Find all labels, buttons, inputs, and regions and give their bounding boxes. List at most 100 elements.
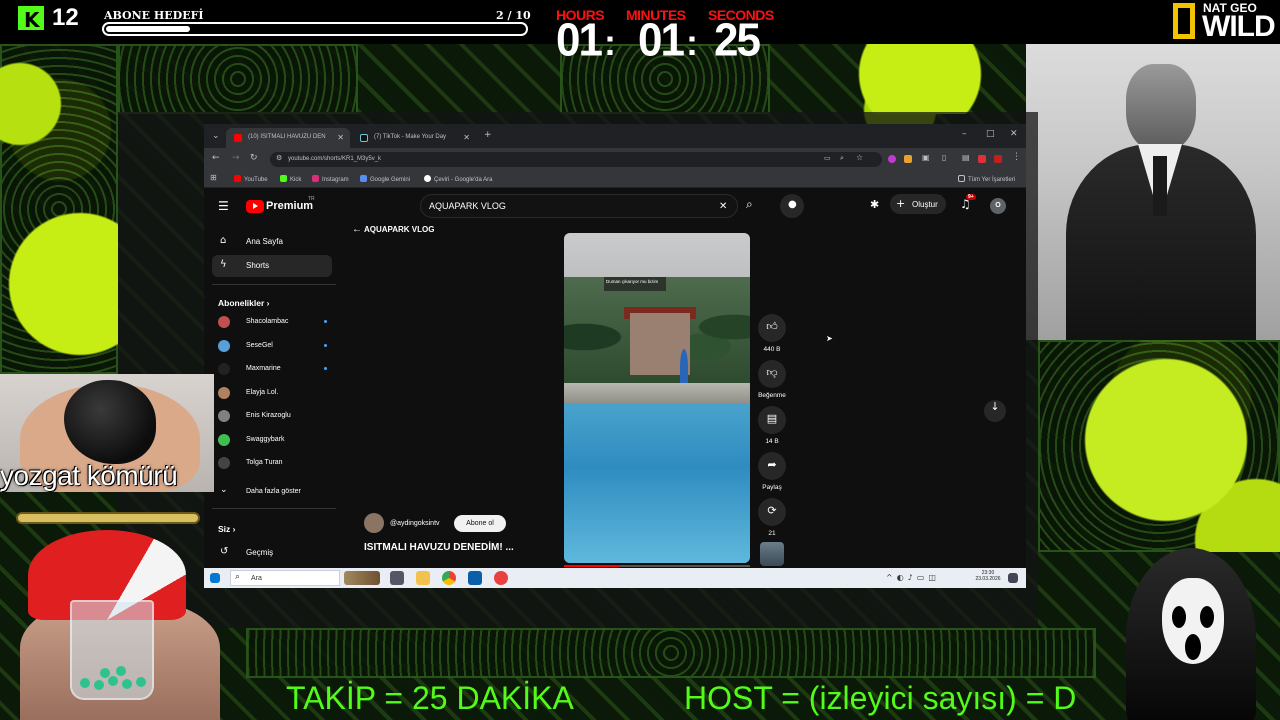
youtube-premium-label[interactable]: Premium xyxy=(266,200,313,212)
chevron-down-icon: ⌄ xyxy=(220,485,228,495)
dislike-label: Beğenme xyxy=(758,392,786,399)
youtube-favicon-icon xyxy=(234,134,242,142)
sidebar-subscription-item[interactable]: Swaggybark xyxy=(212,429,332,451)
youtube-favicon-icon xyxy=(234,175,241,182)
task-view-icon[interactable] xyxy=(390,571,404,585)
bookmark-translate[interactable]: Çeviri - Google'da Ara xyxy=(424,175,493,183)
close-window-button[interactable]: ✕ xyxy=(1010,130,1018,139)
back-icon[interactable]: ← xyxy=(212,154,220,163)
bookmark-star-icon[interactable]: ☆ xyxy=(856,154,863,162)
shorts-icon: ϟ xyxy=(220,259,227,270)
address-bar[interactable]: ⚙ youtube.com/shorts/KR1_M3y5v_k xyxy=(270,152,882,167)
sidebar-subscription-item[interactable]: Shacolambac xyxy=(212,311,332,333)
share-button[interactable]: ➦ xyxy=(758,452,786,480)
sidebar-item-shorts[interactable]: ϟ Shorts xyxy=(212,255,332,277)
new-content-dot xyxy=(324,343,327,347)
like-button[interactable]: 👍︎ xyxy=(758,314,786,342)
short-progress-bar[interactable] xyxy=(564,565,750,567)
new-content-dot xyxy=(324,320,327,323)
taskbar-clock[interactable]: 23:30 23.03.2026 xyxy=(968,570,1008,582)
voice-search-button[interactable]: ● xyxy=(780,194,804,218)
ticker-host-rule: HOST = (izleyici sayısı) = D xyxy=(684,680,1077,716)
comments-button[interactable]: ▤ xyxy=(758,406,786,434)
subscriptions-header[interactable]: Abonelikler › xyxy=(218,298,270,308)
account-avatar[interactable]: O xyxy=(990,198,1006,214)
subscriber-goal-progress-fill xyxy=(106,26,190,32)
hamburger-menu-icon[interactable]: ☰ xyxy=(218,200,229,212)
side-panel-icon[interactable]: ▯ xyxy=(942,154,946,162)
sidebar-subscription-item[interactable]: Maxmarine xyxy=(212,358,332,380)
app-icon[interactable] xyxy=(494,571,508,585)
downloads-icon[interactable]: ▤ xyxy=(962,154,970,162)
close-tab-icon[interactable]: ✕ xyxy=(337,133,344,142)
sound-thumbnail[interactable] xyxy=(760,542,784,566)
new-tab-icon[interactable]: + xyxy=(484,131,492,140)
portrait-image xyxy=(1026,44,1280,340)
bookmark-instagram[interactable]: Instagram xyxy=(312,175,349,183)
subscription-name: Swaggybark xyxy=(246,435,285,443)
youtube-logo-icon[interactable] xyxy=(246,200,264,213)
taskbar-search-placeholder: Ara xyxy=(251,575,262,582)
zoom-icon[interactable]: ⌕ xyxy=(840,155,844,162)
search-input[interactable]: AQUAPARK VLOG xyxy=(429,201,506,211)
clear-search-icon[interactable]: ✕ xyxy=(719,202,727,212)
chrome-icon[interactable] xyxy=(442,571,456,585)
remix-button[interactable]: ⟳ xyxy=(758,498,786,526)
sidebar-subscription-item[interactable]: Elayja Lol. xyxy=(212,382,332,404)
sidebar-subscription-item[interactable]: SeseGel xyxy=(212,335,332,357)
browser-menu-icon[interactable]: ⋮ xyxy=(1012,153,1021,162)
profile-icon[interactable] xyxy=(978,155,986,163)
channel-handle[interactable]: @aydingoksintv xyxy=(390,520,440,527)
browser-tab-youtube[interactable]: (10) ISITMALI HAVUZU DEN ✕ xyxy=(226,128,350,148)
natgeo-logo-wild: WILD xyxy=(1202,10,1276,43)
bookmark-kick[interactable]: Kick xyxy=(280,175,301,183)
ghostface-image xyxy=(1096,548,1280,720)
share-icon: ➦ xyxy=(767,458,777,471)
browser-toolbar: ← → ↻ ⚙ youtube.com/shorts/KR1_M3y5v_k ▭… xyxy=(204,148,1026,170)
site-info-icon[interactable]: ⚙ xyxy=(276,155,282,162)
file-explorer-icon[interactable] xyxy=(416,571,430,585)
next-short-button[interactable]: ↓ xyxy=(984,400,1006,422)
sidebar-subscription-item[interactable]: Enis Kirazoglu xyxy=(212,405,332,427)
close-tab-icon[interactable]: ✕ xyxy=(463,133,470,142)
sidebar-item-label: Geçmiş xyxy=(246,548,274,557)
home-icon: ⌂ xyxy=(220,235,227,246)
search-highlight-image[interactable] xyxy=(344,571,380,585)
system-tray-icons[interactable]: ^◐♪▭◫ xyxy=(886,573,940,582)
shorts-back-link[interactable]: ← AQUAPARK VLOG xyxy=(352,224,434,235)
subscribe-button[interactable]: Abone ol xyxy=(454,515,506,532)
kick-logo: K xyxy=(18,6,44,32)
channel-avatar[interactable] xyxy=(364,513,384,533)
search-icon[interactable]: ⌕ xyxy=(746,198,753,210)
bookmark-youtube[interactable]: YouTube xyxy=(234,175,268,183)
all-bookmarks[interactable]: Tüm Yer İşaretleri xyxy=(958,175,1015,183)
bookmark-gemini[interactable]: Google Gemini xyxy=(360,175,410,183)
create-button[interactable]: + Oluştur xyxy=(890,194,946,214)
channel-avatar xyxy=(218,410,230,422)
subscription-name: SeseGel xyxy=(246,341,273,349)
browser-tab-tiktok[interactable]: (7) TikTok - Make Your Day ✕ xyxy=(352,128,476,148)
ai-sparkle-icon[interactable]: ✱ xyxy=(870,199,879,210)
short-title[interactable]: ISITMALI HAVUZU DENEDİM! ... xyxy=(364,542,514,553)
app-icon[interactable] xyxy=(468,571,482,585)
minimize-window-button[interactable]: – xyxy=(962,130,967,139)
comment-count: 14 B xyxy=(765,438,779,445)
tab-search-icon[interactable]: ⌄ xyxy=(212,132,220,141)
sidebar-subscription-item[interactable]: Tolga Turan xyxy=(212,452,332,474)
remix-count: 21 xyxy=(768,530,776,537)
maximize-window-button[interactable]: □ xyxy=(986,130,995,139)
bookmark-label: Instagram xyxy=(322,177,349,183)
sidebar-item-home[interactable]: ⌂ Ana Sayfa xyxy=(212,231,332,253)
extension-icon[interactable] xyxy=(888,155,896,163)
short-video-player[interactable]: Duman çıkarıyor mu bizim xyxy=(564,233,750,563)
notification-center-icon[interactable] xyxy=(1008,573,1018,583)
reload-icon[interactable]: ↻ xyxy=(250,154,258,163)
cast-icon[interactable]: ▭ xyxy=(824,155,831,162)
apps-grid-icon[interactable]: ⊞ xyxy=(210,174,217,182)
extension-icon[interactable] xyxy=(904,155,912,163)
extension-icon[interactable] xyxy=(994,155,1002,163)
forward-icon[interactable]: → xyxy=(232,154,240,163)
extensions-puzzle-icon[interactable]: ▣ xyxy=(922,154,930,162)
search-box[interactable]: AQUAPARK VLOG ✕ xyxy=(420,194,738,218)
dislike-button[interactable]: 👎︎ xyxy=(758,360,786,388)
